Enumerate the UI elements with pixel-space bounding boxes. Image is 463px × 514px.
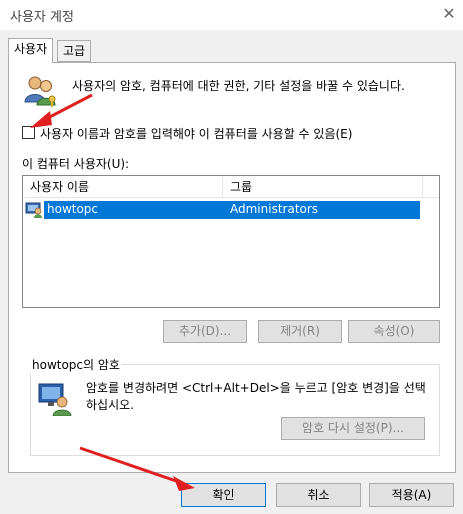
require-login-label[interactable]: 사용자 이름과 암호를 입력해야 이 컴퓨터를 사용할 수 있음(E) <box>40 125 352 142</box>
reset-password-button[interactable]: 암호 다시 설정(P)... <box>281 417 425 440</box>
cancel-button[interactable]: 취소 <box>276 483 361 507</box>
user-icon <box>25 202 42 218</box>
row-username: howtopc <box>47 202 99 216</box>
password-user-icon <box>38 383 72 416</box>
row-group: Administrators <box>230 202 319 216</box>
password-group-title: howtopc의 암호 <box>30 356 122 373</box>
properties-button[interactable]: 속성(O) <box>348 320 440 343</box>
close-icon[interactable]: ✕ <box>438 3 460 25</box>
password-instructions: 암호를 변경하려면 <Ctrl+Alt+Del>을 누르고 [암호 변경]을 선… <box>86 381 426 412</box>
add-user-button[interactable]: 추가(D)... <box>163 320 247 343</box>
window-title: 사용자 계정 <box>10 10 74 25</box>
user-list-label: 이 컴퓨터 사용자(U): <box>22 157 130 171</box>
column-header-username[interactable]: 사용자 이름 <box>23 176 223 198</box>
users-icon <box>24 76 56 107</box>
tab-advanced[interactable]: 고급 <box>57 40 92 62</box>
tab-users[interactable]: 사용자 <box>8 38 54 63</box>
remove-user-button[interactable]: 제거(R) <box>258 320 342 343</box>
require-login-checkbox[interactable] <box>22 126 35 139</box>
list-header: 사용자 이름 그룹 <box>23 176 439 198</box>
table-row[interactable]: howtopc Administrators <box>44 201 420 219</box>
ok-button[interactable]: 확인 <box>181 483 266 507</box>
description-text: 사용자의 암호, 컴퓨터에 대한 권한, 기타 설정을 바꿀 수 있습니다. <box>72 79 405 93</box>
apply-button[interactable]: 적용(A) <box>369 483 454 507</box>
column-header-group[interactable]: 그룹 <box>223 176 423 198</box>
